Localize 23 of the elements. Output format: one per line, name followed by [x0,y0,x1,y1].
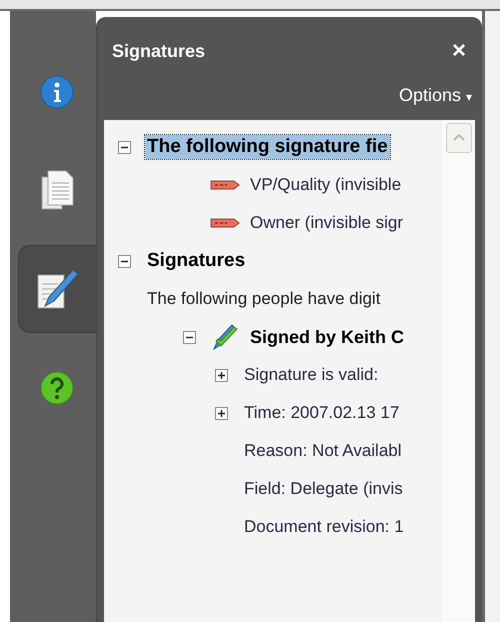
signature-field-icon [210,179,240,191]
tree-item[interactable]: Signature is valid: [242,364,380,386]
tree-note: The following people have digit [146,288,382,310]
tree-item[interactable]: Signed by Keith C [248,326,406,348]
sidebar-tab-selected[interactable] [18,245,96,333]
scroll-up-icon[interactable] [446,123,472,153]
tree-heading[interactable]: Signatures [145,249,248,273]
tree-item[interactable]: Field: Delegate (invis [242,478,405,500]
info-icon [39,74,75,110]
panel-title: Signatures [112,40,206,62]
help-icon [39,370,75,406]
tree-item[interactable]: Owner (invisible sigr [248,212,406,234]
scrollbar[interactable] [442,120,475,622]
tree-item[interactable]: Time: 2007.02.13 17 [242,402,402,424]
tree-heading[interactable]: The following signature fie [145,135,390,159]
tree-item[interactable]: Document revision: 1 [242,516,406,538]
pen-checkmark-icon [210,323,240,351]
signature-field-icon [210,217,240,229]
tree-item[interactable]: Reason: Not Availabl [242,440,404,462]
close-button[interactable]: × [448,39,470,63]
document-pages-icon [39,169,75,211]
tree-item[interactable]: VP/Quality (invisible [248,174,404,196]
options-menu-button[interactable]: Options ▾ [398,85,472,106]
